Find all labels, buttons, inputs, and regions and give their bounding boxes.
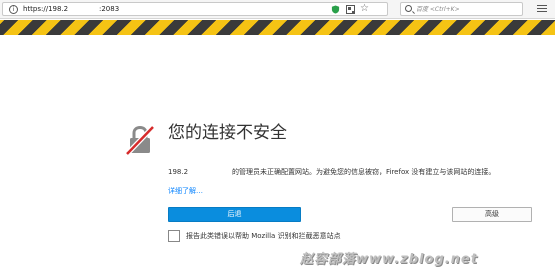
error-host: 198.2 [168, 168, 189, 176]
search-bar[interactable]: 百度 <Ctrl+K> [400, 2, 523, 16]
address-bar[interactable]: i https://198.2 :2083 ☆ [2, 2, 388, 16]
bookmark-star-icon[interactable]: ☆ [360, 2, 369, 15]
shield-icon[interactable] [331, 5, 340, 14]
menu-icon[interactable] [537, 5, 547, 13]
error-message: 的管理员未正确配置网站。为避免您的信息被窃，Firefox 没有建立与该网站的连… [232, 168, 496, 176]
url-port: :2083 [99, 5, 120, 13]
search-icon [405, 5, 412, 12]
broken-lock-icon [125, 125, 155, 156]
report-checkbox[interactable] [168, 230, 180, 242]
go-back-button[interactable]: 后退 [168, 207, 301, 222]
advanced-button[interactable]: 高级 [452, 207, 532, 222]
warning-stripe [0, 20, 555, 35]
error-description: 198.2 的管理员未正确配置网站。为避免您的信息被窃，Firefox 没有建立与… [168, 166, 495, 178]
error-title: 您的连接不安全 [168, 123, 287, 143]
search-placeholder: 百度 <Ctrl+K> [416, 6, 460, 13]
url-host: https://198.2 [23, 5, 69, 13]
browser-toolbar: i https://198.2 :2083 ☆ 百度 <Ctrl+K> [0, 0, 555, 19]
qr-code-icon[interactable] [346, 5, 355, 14]
learn-more-link[interactable]: 详细了解… [168, 185, 203, 197]
info-icon[interactable]: i [9, 5, 18, 14]
report-label: 报告此类错误以帮助 Mozilla 识别和拦截恶意站点 [186, 232, 341, 240]
watermark: 赵容部落www.zblog.net [300, 252, 478, 267]
